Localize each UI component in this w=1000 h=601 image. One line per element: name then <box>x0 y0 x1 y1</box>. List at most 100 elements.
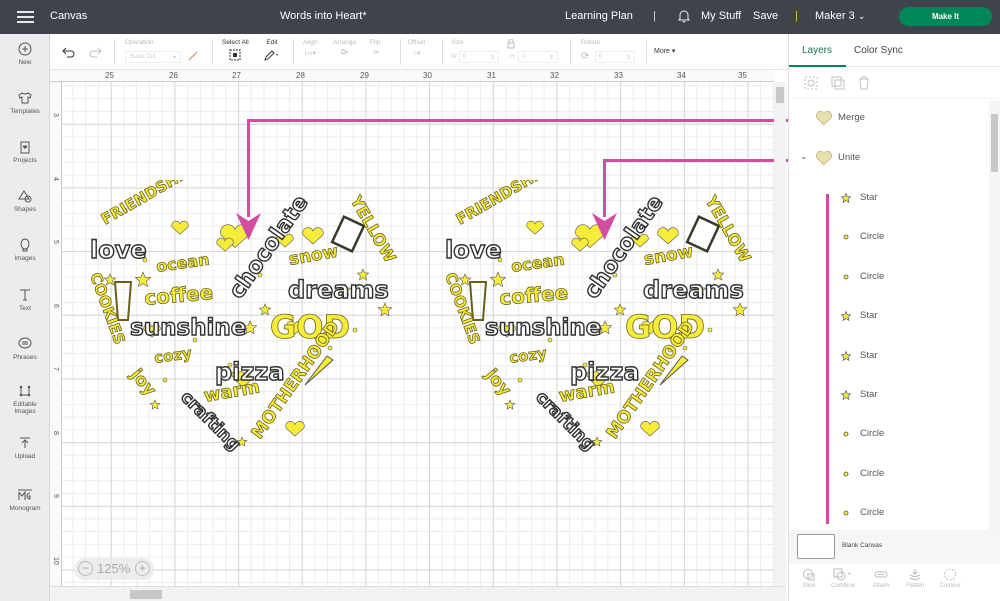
layer-row-star[interactable]: Star <box>789 188 989 208</box>
zoom-in-button[interactable]: + <box>135 561 150 576</box>
select-all-label: Select All <box>222 39 249 46</box>
star-shape <box>732 302 748 317</box>
undo-icon[interactable] <box>62 46 76 58</box>
sidebar-item-editable-images[interactable]: Editable Images <box>0 384 50 415</box>
layers-scrollbar[interactable] <box>989 100 1000 564</box>
canvas-color-swatch[interactable] <box>797 534 835 559</box>
scrollbar-thumb[interactable] <box>130 590 162 599</box>
top-ruler: 25 26 27 28 29 30 31 32 33 34 35 <box>50 70 774 82</box>
zoom-out-button[interactable]: − <box>78 561 93 576</box>
attach-label: Attach <box>872 583 890 589</box>
rotate-input[interactable]: 0 ⇕ <box>595 51 635 63</box>
circle-icon <box>843 431 849 437</box>
arrange-button[interactable]: Arrange ⧉▾ <box>333 39 356 57</box>
art-word: coffee <box>498 280 569 310</box>
make-it-button[interactable]: Make It <box>899 7 992 26</box>
sidebar-item-projects[interactable]: Projects <box>0 140 50 164</box>
document-title[interactable]: Words into Heart* <box>280 10 367 22</box>
width-input[interactable]: 0 ⇕ <box>459 51 499 63</box>
duplicate-icon[interactable] <box>831 76 845 90</box>
tshirt-icon <box>18 92 32 104</box>
left-sidebar: New Templates Projects Shapes Images Tex… <box>0 34 50 601</box>
flip-button[interactable]: Flip ⩘▾ <box>370 39 380 57</box>
combine-button[interactable]: Combine <box>825 568 861 589</box>
hamburger-menu-icon[interactable] <box>17 11 34 23</box>
height-input[interactable]: 0 ⇕ <box>518 51 558 63</box>
operation-value: Basic Cut <box>130 54 156 60</box>
layer-row-circle[interactable]: Circle <box>789 267 989 287</box>
layer-row-star[interactable]: Star <box>789 306 989 326</box>
layer-name: Star <box>860 192 878 203</box>
lock-icon[interactable] <box>507 39 515 49</box>
layer-name: Star <box>860 310 878 321</box>
star-shape <box>377 302 393 317</box>
ruler-label: 32 <box>550 71 559 80</box>
layer-row-star[interactable]: Star <box>789 385 989 405</box>
redo-icon[interactable] <box>88 46 102 58</box>
sidebar-item-phrases[interactable]: Phrases <box>0 337 50 361</box>
canvas-vertical-scrollbar[interactable] <box>774 82 786 586</box>
slice-button[interactable]: Slice <box>791 568 827 589</box>
sidebar-item-label: Projects <box>13 157 37 164</box>
sidebar-item-text[interactable]: Text <box>0 288 50 312</box>
star-icon <box>841 311 851 321</box>
scrollbar-thumb[interactable] <box>776 87 784 103</box>
offset-button[interactable]: Offset ⌂▾ <box>408 39 425 57</box>
ruler-label: 34 <box>677 71 686 80</box>
sidebar-item-monogram[interactable]: Monogram <box>0 488 50 512</box>
circle-icon <box>843 471 849 477</box>
contour-button[interactable]: Contour <box>932 568 968 589</box>
sidebar-item-label: Upload <box>14 453 36 460</box>
trash-icon[interactable] <box>857 76 871 90</box>
tab-layers[interactable]: Layers <box>802 45 832 56</box>
select-all-button[interactable]: Select All <box>222 39 249 63</box>
flatten-label: Flatten <box>905 583 925 589</box>
learning-plan-link[interactable]: Learning Plan <box>565 10 633 22</box>
notification-bell-icon[interactable] <box>677 9 691 23</box>
machine-selector[interactable]: Maker 3 ⌄ <box>815 10 865 22</box>
blank-canvas-row[interactable]: Blank Canvas <box>789 530 1000 564</box>
blank-canvas-label: Blank Canvas <box>842 542 883 549</box>
sidebar-item-shapes[interactable]: Shapes <box>0 189 50 213</box>
annotation-line-unite <box>603 159 788 162</box>
heart-thumbnail-icon <box>815 110 833 126</box>
edit-button[interactable]: Edit <box>264 39 280 63</box>
heart-shape <box>171 220 189 235</box>
sidebar-item-images[interactable]: Images <box>0 238 50 262</box>
sidebar-item-new[interactable]: New <box>0 42 50 66</box>
align-button[interactable]: Align |▭▾ <box>303 39 317 57</box>
flatten-button[interactable]: Flatten <box>897 568 933 589</box>
scrollbar-thumb[interactable] <box>991 114 998 172</box>
pen-color-icon[interactable] <box>187 50 199 62</box>
edit-toolbar: Operation Basic Cut ▾ Select All Edit Ali… <box>50 34 788 70</box>
operation-select[interactable]: Basic Cut ▾ <box>125 51 181 63</box>
flip-label: Flip <box>370 39 381 46</box>
offset-icon: ⌂▾ <box>413 50 421 57</box>
save-button[interactable]: Save <box>753 10 778 22</box>
expand-chevron-icon[interactable]: ⌄ <box>800 151 808 162</box>
slice-label: Slice <box>802 583 816 589</box>
sidebar-item-templates[interactable]: Templates <box>0 91 50 115</box>
layer-row-unite[interactable]: ⌄ Unite <box>789 148 989 168</box>
tab-color-sync[interactable]: Color Sync <box>854 45 903 56</box>
group-icon[interactable] <box>804 76 818 90</box>
more-button[interactable]: More ▾ <box>654 47 675 55</box>
my-stuff-link[interactable]: My Stuff <box>701 10 741 22</box>
layer-row-circle[interactable]: Circle <box>789 464 989 484</box>
ruler-label: 26 <box>169 71 178 80</box>
layer-row-circle[interactable]: Circle <box>789 227 989 247</box>
sidebar-item-upload[interactable]: Upload <box>0 436 50 460</box>
annotation-line-unite <box>603 159 606 217</box>
layer-row-circle[interactable]: Circle <box>789 503 989 523</box>
layer-row-star[interactable]: Star <box>789 346 989 366</box>
attach-button[interactable]: Attach <box>863 568 899 589</box>
select-all-icon <box>229 49 241 61</box>
layer-row-circle[interactable]: Circle <box>789 424 989 444</box>
star-icon <box>841 193 851 203</box>
top-bar: Canvas Words into Heart* Learning Plan |… <box>0 0 1000 34</box>
ruler-label: 30 <box>423 71 432 80</box>
canvas-horizontal-scrollbar[interactable] <box>50 586 786 601</box>
ruler-label: 35 <box>738 71 747 80</box>
annotation-line-merge <box>247 119 810 122</box>
layer-row-merge[interactable]: Merge <box>789 108 989 128</box>
